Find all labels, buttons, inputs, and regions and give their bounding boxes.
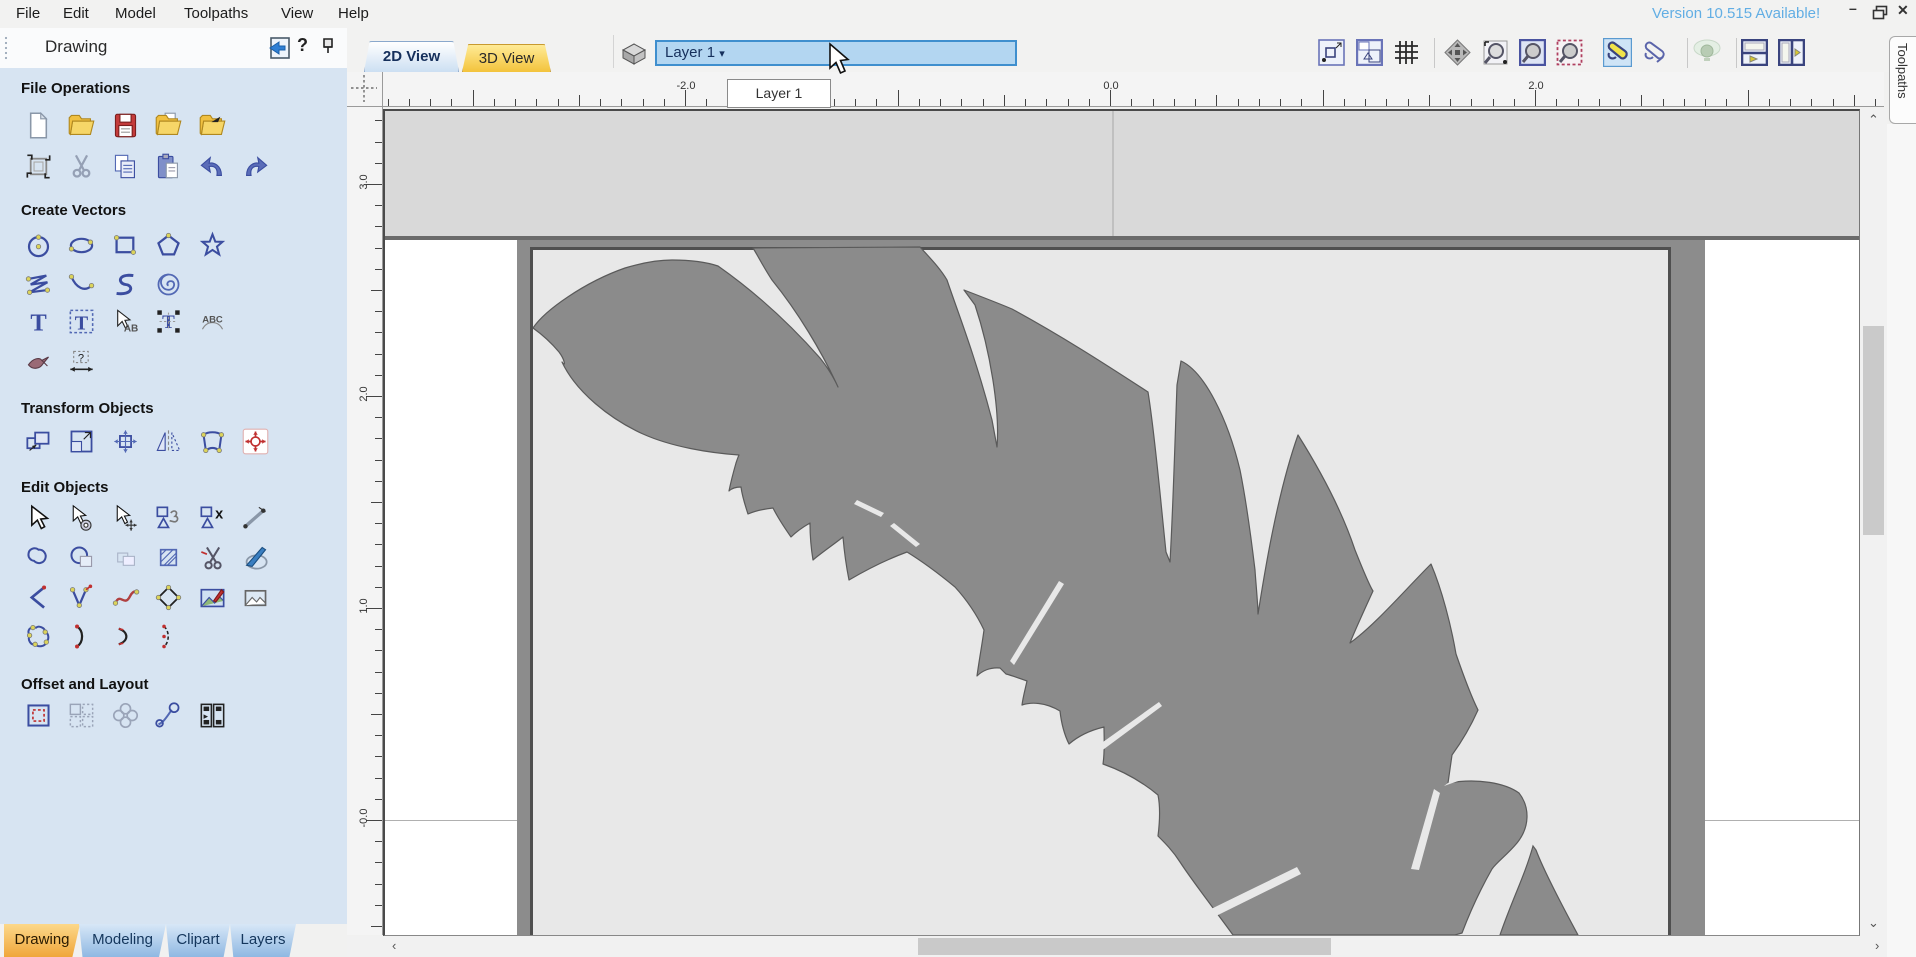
svg-text:T: T — [30, 309, 46, 336]
svg-text:AB: AB — [124, 324, 138, 335]
svg-text:x: x — [215, 507, 223, 523]
svg-text:T: T — [75, 312, 89, 334]
svg-text:ABC: ABC — [202, 315, 223, 326]
svg-text:?: ? — [78, 353, 84, 365]
